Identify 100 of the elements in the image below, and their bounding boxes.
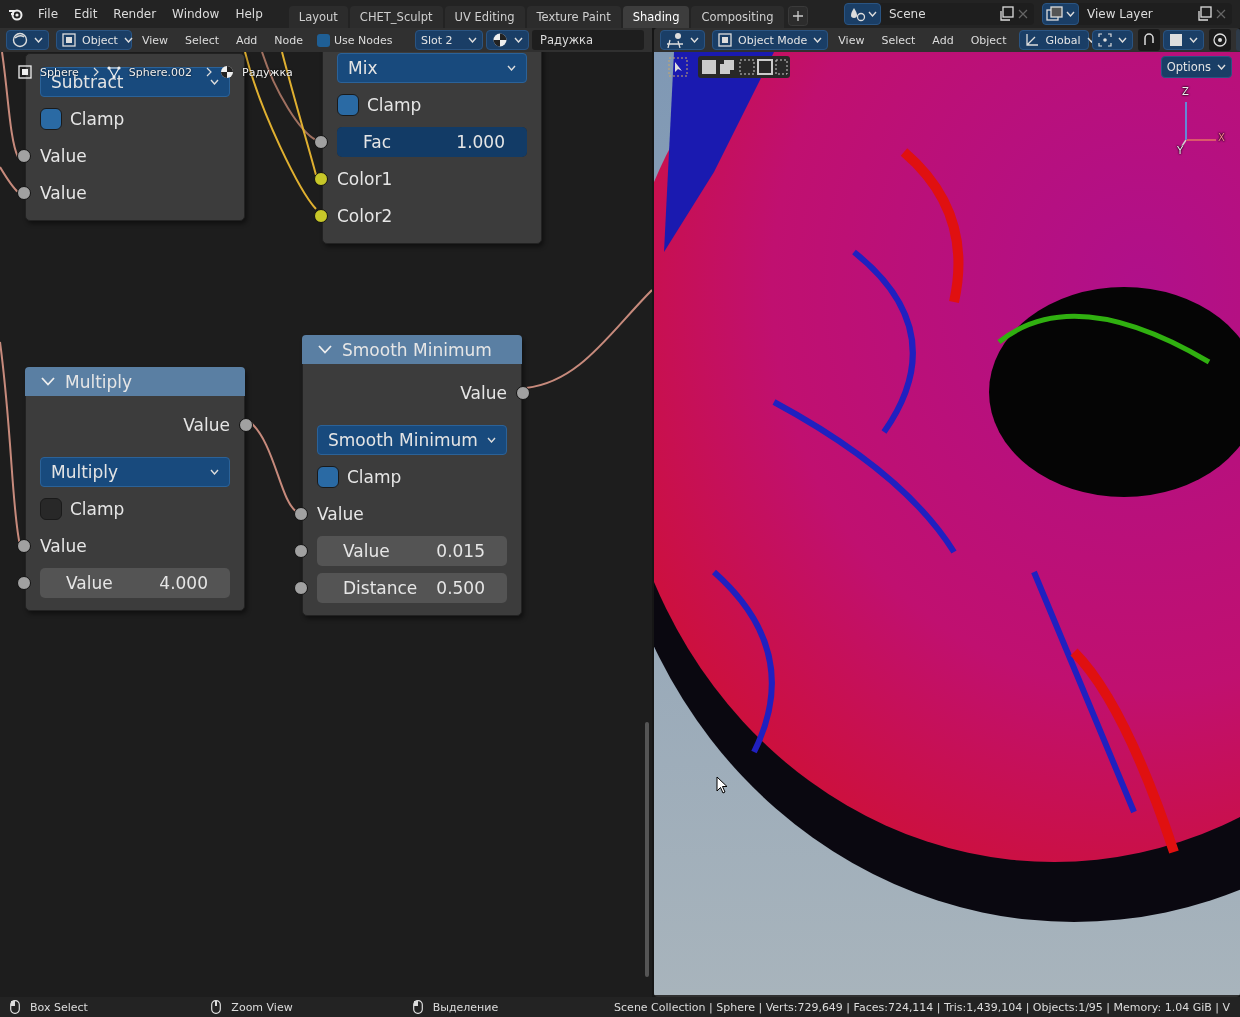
caret-icon bbox=[1189, 37, 1199, 43]
menu-item[interactable]: View bbox=[135, 33, 176, 47]
socket[interactable] bbox=[17, 576, 31, 590]
caret-icon bbox=[514, 37, 523, 43]
socket[interactable] bbox=[516, 386, 530, 400]
collapse-caret-icon bbox=[318, 345, 332, 354]
value-field[interactable]: Distance 0.500 bbox=[317, 572, 507, 603]
shader-type-dropdown[interactable]: Object bbox=[56, 30, 132, 50]
socket[interactable] bbox=[17, 539, 31, 553]
snap-target-dropdown[interactable] bbox=[1163, 30, 1205, 50]
collapse-caret-icon bbox=[41, 377, 55, 386]
object-icon bbox=[718, 33, 732, 47]
operation-dropdown[interactable]: Multiply bbox=[40, 456, 230, 487]
caret-icon bbox=[468, 37, 477, 43]
socket-label: Value bbox=[183, 414, 230, 435]
duplicate-icon bbox=[998, 6, 1014, 22]
value-field[interactable]: Fac 1.000 bbox=[337, 126, 527, 157]
editor-type-dropdown[interactable] bbox=[6, 30, 49, 50]
menu-item[interactable]: Select bbox=[874, 33, 923, 47]
value-field[interactable]: Value 4.000 bbox=[40, 567, 230, 598]
socket-label: Color1 bbox=[337, 168, 393, 189]
node-link bbox=[0, 166, 19, 193]
menu-item[interactable]: Add bbox=[229, 33, 265, 47]
object-icon bbox=[18, 65, 32, 79]
caret-icon bbox=[34, 37, 43, 43]
close-icon bbox=[1216, 9, 1226, 19]
object-icon bbox=[62, 33, 76, 47]
menu-item[interactable]: Select bbox=[178, 33, 227, 47]
socket[interactable] bbox=[294, 507, 308, 521]
mode-dropdown[interactable]: Object Mode bbox=[712, 30, 829, 50]
material-browse-dropdown[interactable] bbox=[486, 30, 529, 50]
blender-logo-icon bbox=[8, 7, 24, 21]
menu-item[interactable]: Window bbox=[164, 4, 228, 24]
clamp-checkbox[interactable]: Clamp bbox=[337, 93, 422, 116]
material-name-field[interactable]: Радужка bbox=[532, 30, 644, 50]
caret-icon bbox=[507, 64, 516, 71]
hint-label: Box Select bbox=[30, 1000, 88, 1014]
operation-dropdown[interactable]: Smooth Minimum bbox=[317, 424, 507, 455]
socket-label: Value bbox=[40, 535, 87, 556]
axis-label: Y bbox=[1177, 145, 1184, 156]
operation-dropdown[interactable]: Mix bbox=[337, 52, 527, 83]
menu-item[interactable]: Node bbox=[267, 33, 311, 47]
workspace-tab[interactable]: Shading bbox=[622, 6, 690, 28]
socket[interactable] bbox=[294, 544, 308, 558]
socket[interactable] bbox=[314, 172, 328, 186]
caret-icon bbox=[123, 37, 133, 43]
socket-label: Value bbox=[40, 145, 87, 166]
scrollbar[interactable] bbox=[645, 722, 649, 977]
clamp-checkbox[interactable]: Clamp bbox=[40, 497, 125, 520]
value-field[interactable]: Value 0.015 bbox=[317, 535, 507, 566]
caret-icon bbox=[690, 37, 699, 43]
mouse-icon bbox=[211, 1000, 222, 1014]
socket[interactable] bbox=[17, 149, 31, 163]
caret-icon bbox=[868, 11, 877, 17]
node-title: Multiply bbox=[65, 371, 133, 392]
scene-selector[interactable] bbox=[844, 3, 881, 25]
duplicate-icon bbox=[1196, 6, 1212, 22]
use-nodes-checkbox[interactable]: Use Nodes bbox=[317, 33, 393, 47]
socket[interactable] bbox=[314, 135, 328, 149]
socket[interactable] bbox=[239, 418, 253, 432]
workspace-tab[interactable]: Texture Paint bbox=[526, 6, 621, 28]
select-tool-icon bbox=[668, 57, 688, 77]
menu-item[interactable]: Add bbox=[925, 33, 961, 47]
socket[interactable] bbox=[294, 581, 308, 595]
material-icon bbox=[220, 65, 234, 79]
caret-icon bbox=[1066, 11, 1075, 17]
workspace-tab[interactable]: CHET_Sculpt bbox=[349, 6, 443, 28]
menu-item[interactable]: Edit bbox=[66, 4, 106, 24]
clamp-checkbox[interactable]: Clamp bbox=[317, 465, 402, 488]
scene-selector[interactable] bbox=[1042, 3, 1079, 25]
workspace-tab[interactable]: Layout bbox=[288, 6, 348, 28]
menu-item[interactable]: Render bbox=[105, 4, 165, 24]
selection-mode-icon bbox=[698, 56, 790, 78]
node-title: Smooth Minimum bbox=[342, 339, 492, 360]
socket-label: Value bbox=[317, 503, 364, 524]
hint-label: Zoom View bbox=[231, 1000, 293, 1014]
orientation-dropdown[interactable]: Global bbox=[1019, 30, 1090, 50]
hint-label: Выделение bbox=[432, 1000, 499, 1014]
clamp-checkbox[interactable]: Clamp bbox=[40, 107, 125, 130]
editor-type-dropdown[interactable] bbox=[660, 30, 705, 50]
axes-icon bbox=[1025, 33, 1040, 47]
layers-icon bbox=[1046, 6, 1064, 22]
pivot-dropdown[interactable] bbox=[1092, 30, 1134, 50]
menu-item[interactable]: View bbox=[831, 33, 872, 47]
socket[interactable] bbox=[17, 186, 31, 200]
menu-item[interactable]: Help bbox=[227, 4, 271, 24]
scene-icon bbox=[848, 6, 866, 22]
pivot-icon bbox=[1098, 33, 1113, 47]
menu-item[interactable]: File bbox=[30, 4, 67, 24]
slot-dropdown[interactable]: Slot 2 bbox=[415, 30, 483, 50]
caret-icon bbox=[1217, 64, 1226, 70]
caret-icon bbox=[487, 436, 496, 443]
socket[interactable] bbox=[314, 209, 328, 223]
node-editor-icon bbox=[12, 32, 28, 48]
workspace-tab[interactable]: Compositing bbox=[691, 6, 784, 28]
menu-item[interactable]: Object bbox=[963, 33, 1014, 47]
workspace-tab[interactable]: UV Editing bbox=[444, 6, 525, 28]
mouse-icon bbox=[10, 1000, 20, 1014]
options-dropdown[interactable]: Options bbox=[1160, 56, 1232, 78]
material-icon bbox=[492, 32, 508, 48]
